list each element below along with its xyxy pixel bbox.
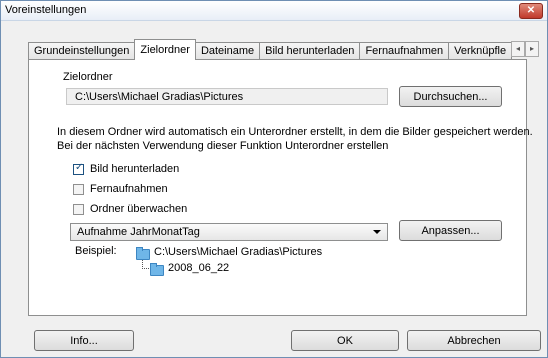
- description-line-1: In diesem Ordner wird automatisch ein Un…: [57, 126, 533, 138]
- preferences-dialog: Voreinstellungen ✕ Grundeinstellungen Zi…: [0, 0, 548, 358]
- tab-bild-herunterladen[interactable]: Bild herunterladen: [259, 42, 361, 60]
- browse-button[interactable]: Durchsuchen...: [399, 86, 502, 107]
- tab-scroll-left-button[interactable]: ◂: [511, 41, 525, 57]
- example-root-path: C:\Users\Michael Gradias\Pictures: [154, 246, 323, 258]
- watch-folder-label: Ordner überwachen: [90, 203, 188, 215]
- tab-zielordner[interactable]: Zielordner: [134, 39, 196, 60]
- remote-shooting-checkbox[interactable]: [73, 184, 84, 195]
- chevron-down-icon: [373, 230, 381, 234]
- example-label: Beispiel:: [75, 245, 117, 257]
- tab-dateiname[interactable]: Dateiname: [194, 42, 261, 60]
- ok-button[interactable]: OK: [291, 330, 399, 351]
- folder-icon: [136, 247, 150, 260]
- window-title: Voreinstellungen: [5, 4, 87, 16]
- tab-grundeinstellungen[interactable]: Grundeinstellungen: [28, 42, 136, 60]
- customize-button[interactable]: Anpassen...: [399, 220, 502, 241]
- subfolder-icon: [150, 263, 164, 276]
- description-line-2: Bei der nächsten Verwendung dieser Funkt…: [57, 140, 389, 152]
- close-button[interactable]: ✕: [519, 3, 543, 19]
- info-button[interactable]: Info...: [34, 330, 134, 351]
- watch-folder-checkbox[interactable]: [73, 204, 84, 215]
- tab-strip: Grundeinstellungen Zielordner Dateiname …: [28, 39, 513, 60]
- tree-connector: [142, 260, 149, 269]
- title-bar: Voreinstellungen ✕: [1, 1, 547, 21]
- target-path-field: C:\Users\Michael Gradias\Pictures: [66, 88, 388, 105]
- cancel-button[interactable]: Abbrechen: [407, 330, 541, 351]
- remote-shooting-label: Fernaufnahmen: [90, 183, 168, 195]
- example-subfolder-name: 2008_06_22: [168, 262, 230, 274]
- download-image-checkbox[interactable]: [73, 162, 84, 175]
- tab-scroll-right-button[interactable]: ▸: [525, 41, 539, 57]
- tab-fernaufnahmen[interactable]: Fernaufnahmen: [359, 42, 450, 60]
- target-folder-label: Zielordner: [63, 71, 113, 83]
- subfolder-naming-select[interactable]: Aufnahme JahrMonatTag: [70, 223, 388, 241]
- tab-verknuepfungen[interactable]: Verknüpfle: [448, 42, 513, 60]
- download-image-label: Bild herunterladen: [90, 163, 180, 175]
- subfolder-naming-value: Aufnahme JahrMonatTag: [77, 226, 200, 238]
